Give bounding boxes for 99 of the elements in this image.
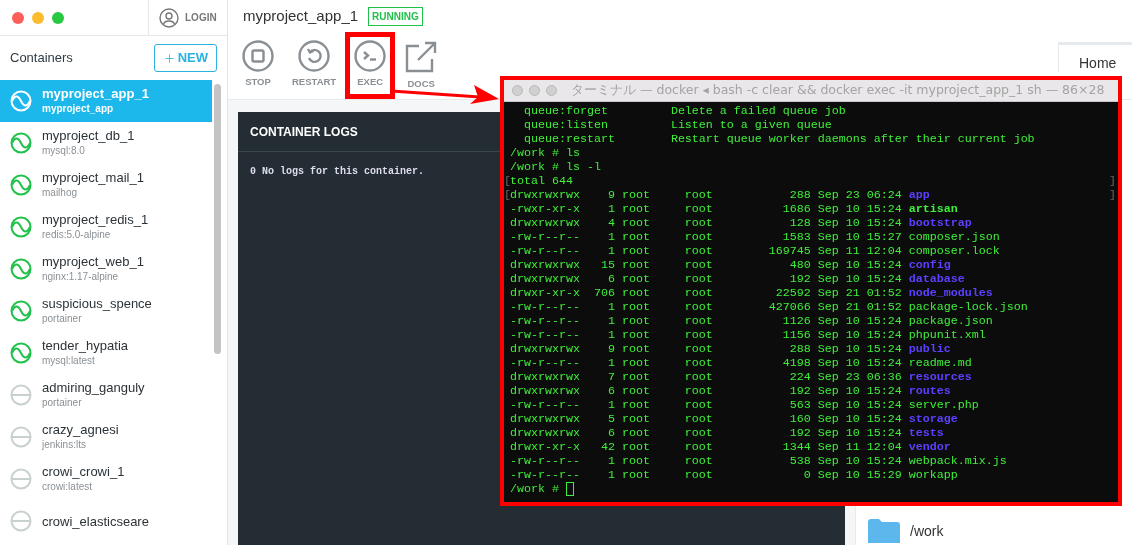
file-name: server.php: [908, 398, 979, 412]
file-name: readme.md: [908, 356, 972, 370]
file-listing-text: drwxr-xr-x 706 root root 22592 Sep 21 01:52: [510, 286, 903, 300]
container-image: nginx:1.17-alpine: [42, 270, 120, 284]
logs-message: 0 No logs for this container.: [250, 165, 425, 179]
file-name: database: [908, 272, 965, 286]
file-listing-text: -rw-r--r-- 1 root root 1126 Sep 10 15:24: [510, 314, 903, 328]
container-name: myproject_redis_1: [42, 212, 149, 227]
file-name: phpunit.xml: [908, 328, 986, 342]
container-name: myproject_app_1: [42, 86, 149, 101]
container-name: crazy_agnesi: [42, 422, 119, 437]
folder-icon: [868, 519, 900, 543]
container-image: myproject_app: [42, 102, 115, 116]
container-name: admiring_ganguly: [42, 380, 145, 395]
file-listing-text: drwxrwxrwx 6 root root 192 Sep 10 15:24: [510, 426, 903, 440]
file-name: routes: [908, 384, 951, 398]
file-listing-text: -rw-r--r-- 1 root root 169745 Sep 11 12:04: [510, 244, 903, 258]
file-name: package.json: [908, 314, 993, 328]
external-link-icon: [404, 40, 439, 74]
file-listing-text: drwxr-xr-x 42 root root 1344 Sep 11 12:04: [510, 440, 903, 454]
terminal-line: /work # ls -l: [510, 160, 601, 174]
user-avatar-icon: [159, 7, 179, 28]
container-image: mysql:latest: [42, 354, 96, 368]
file-name: composer.lock: [908, 244, 1000, 258]
file-listing-text: drwxrwxrwx 4 root root 128 Sep 10 15:24: [510, 216, 903, 230]
container-image: crowi:latest: [42, 480, 93, 494]
login-button[interactable]: LOGIN: [148, 0, 227, 35]
file-name: bootstrap: [908, 216, 972, 230]
file-listing-text: drwxrwxrwx 6 root root 192 Sep 10 15:24: [510, 272, 903, 286]
terminal-line: queue:listen Listen to a given queue: [523, 118, 832, 132]
folder-path: /work: [910, 521, 944, 541]
file-listing-text: drwxrwxrwx 6 root root 192 Sep 10 15:24: [510, 384, 903, 398]
container-image: redis:5.0-alpine: [42, 228, 112, 242]
container-image: portainer: [42, 312, 83, 326]
file-listing-text: drwxrwxrwx 9 root root 288 Sep 23 06:24: [510, 188, 903, 202]
container-title: myproject_app_1: [243, 5, 359, 26]
containers-heading: Containers: [10, 49, 73, 68]
file-name: artisan: [908, 202, 958, 216]
terminal-line: queue:forget Delete a failed queue job: [523, 104, 846, 118]
container-image: mysql:8.0: [42, 144, 86, 158]
file-listing-text: -rw-r--r-- 1 root root 0 Sep 10 15:29: [510, 468, 903, 482]
plus-icon: [162, 51, 176, 65]
container-list-item[interactable]: tender_hypatia mysql:latest: [0, 332, 212, 374]
container-name: tender_hypatia: [42, 338, 128, 353]
file-listing-text: -rw-r--r-- 1 root root 427066 Sep 21 01:52: [510, 300, 903, 314]
file-name: resources: [908, 370, 972, 384]
bracket-mark: ]: [1109, 174, 1116, 188]
file-name: storage: [908, 412, 958, 426]
file-listing-text: drwxrwxrwx 7 root root 224 Sep 23 06:36: [510, 370, 903, 384]
file-listing-text: drwxrwxrwx 15 root root 480 Sep 10 15:24: [510, 258, 903, 272]
container-list-item[interactable]: crazy_agnesi jenkins:lts: [0, 416, 212, 458]
file-listing-text: -rw-r--r-- 1 root root 1156 Sep 10 15:24: [510, 328, 903, 342]
bracket-mark: [: [504, 188, 511, 202]
terminal-icon: [354, 40, 387, 72]
file-listing-text: drwxrwxrwx 9 root root 288 Sep 10 15:24: [510, 342, 903, 356]
terminal-line: queue:restart Restart queue worker daemons after their current job: [523, 132, 1035, 146]
container-list-item[interactable]: myproject_db_1 mysql:8.0: [0, 122, 212, 164]
file-listing-text: -rw-r--r-- 1 root root 563 Sep 10 15:24: [510, 398, 903, 412]
file-name: workapp: [908, 468, 958, 482]
file-listing-text: drwxrwxrwx 5 root root 160 Sep 10 15:24: [510, 412, 903, 426]
file-name: tests: [908, 426, 944, 440]
file-name: webpack.mix.js: [908, 454, 1007, 468]
file-name: node_modules: [908, 286, 993, 300]
container-list-item[interactable]: myproject_mail_1 mailhog: [0, 164, 212, 206]
shell-prompt: /work #: [510, 482, 560, 496]
container-image: portainer: [42, 396, 83, 410]
container-list-item[interactable]: admiring_ganguly portainer: [0, 374, 212, 416]
file-name: package-lock.json: [908, 300, 1028, 314]
status-badge: RUNNING: [368, 6, 423, 26]
container-name: suspicious_spence: [42, 296, 152, 311]
file-name: app: [908, 188, 930, 202]
file-listing-text: -rw-r--r-- 1 root root 538 Sep 10 15:24: [510, 454, 903, 468]
container-list-item[interactable]: crowi_elasticseare: [0, 500, 212, 542]
file-name: composer.json: [908, 230, 1000, 244]
file-listing-text: -rw-r--r-- 1 root root 1583 Sep 10 15:27: [510, 230, 903, 244]
container-name: crowi_crowi_1: [42, 464, 125, 479]
terminal-line: total 644: [510, 174, 573, 188]
file-name: config: [908, 258, 951, 272]
container-image: jenkins:lts: [42, 438, 87, 452]
container-name: crowi_elasticseare: [42, 513, 149, 529]
container-list-item[interactable]: myproject_redis_1 redis:5.0-alpine: [0, 206, 212, 248]
file-name: public: [908, 342, 951, 356]
container-list-item[interactable]: suspicious_spence portainer: [0, 290, 212, 332]
container-name: myproject_db_1: [42, 128, 135, 143]
container-name: myproject_web_1: [42, 254, 144, 269]
file-listing-text: -rw-r--r-- 1 root root 4198 Sep 10 15:24: [510, 356, 903, 370]
file-name: vendor: [908, 440, 951, 454]
container-list-item[interactable]: crowi_crowi_1 crowi:latest: [0, 458, 212, 500]
container-image: mailhog: [42, 186, 79, 200]
file-listing-text: -rwxr-xr-x 1 root root 1686 Sep 10 15:24: [510, 202, 903, 216]
logs-heading: CONTAINER LOGS: [250, 123, 358, 141]
bracket-mark: [: [504, 174, 511, 188]
container-list-item[interactable]: myproject_web_1 nginx:1.17-alpine: [0, 248, 212, 290]
terminal-line: /work # ls: [510, 146, 580, 160]
restart-icon: [298, 40, 331, 72]
stop-icon: [242, 40, 274, 72]
home-tab[interactable]: Home: [1058, 42, 1132, 72]
container-name: myproject_mail_1: [42, 170, 144, 185]
bracket-mark: ]: [1109, 188, 1116, 202]
